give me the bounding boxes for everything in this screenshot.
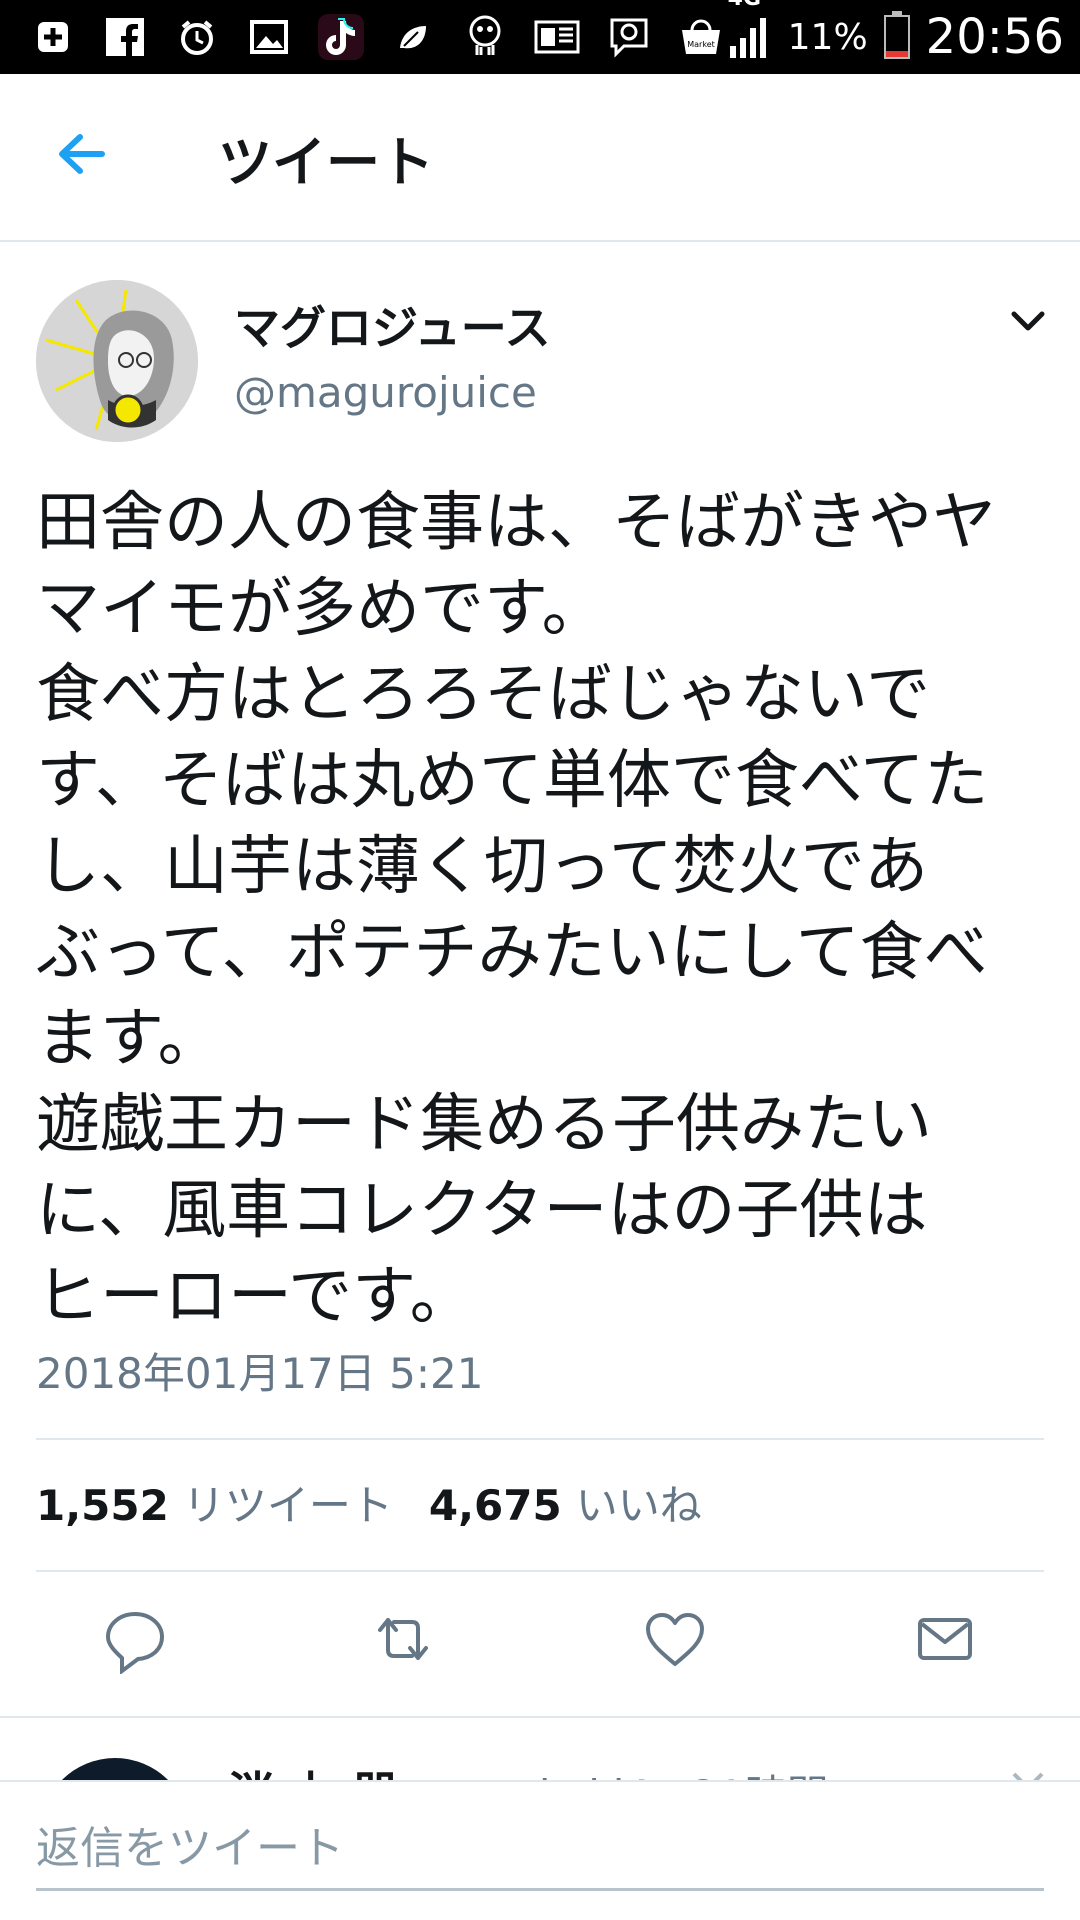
author-avatar[interactable] <box>36 280 198 442</box>
chevron-down-icon <box>1011 311 1045 331</box>
like-label[interactable]: いいね <box>576 1472 702 1533</box>
like-count[interactable]: 4,675 <box>429 1481 562 1530</box>
character-icon <box>462 14 508 60</box>
tiktok-icon <box>318 14 364 60</box>
news-icon <box>534 14 580 60</box>
divider <box>36 1570 1044 1572</box>
tweet-text: 田舎の人の食事は、そばがきやヤ マイモが多めです。 食べ方はとろろそばじゃないで… <box>36 486 996 1334</box>
chat-icon <box>606 14 652 60</box>
reply-input[interactable] <box>36 1808 1044 1891</box>
leaf-icon <box>390 14 436 60</box>
reply-button[interactable] <box>100 1604 170 1675</box>
retweet-count[interactable]: 1,552 <box>36 1481 169 1530</box>
reply-item[interactable]: 消 力 器 @syoukaki4 · 21時間 <box>0 1718 1080 1780</box>
image-icon <box>246 14 292 60</box>
like-button[interactable] <box>640 1604 710 1674</box>
divider <box>36 1438 1044 1440</box>
reply-composer <box>0 1780 1080 1920</box>
tweet-stats: 1,552 リツイート 4,675 いいね <box>36 1472 738 1533</box>
tweet-actions <box>0 1604 1080 1684</box>
reply-author-name[interactable]: 消 力 器 <box>228 1758 398 1780</box>
network-type: 4G <box>728 0 761 11</box>
page-title: ツイート <box>218 131 434 194</box>
retweet-button[interactable] <box>368 1604 438 1674</box>
market-label: Market <box>687 40 715 49</box>
retweet-label[interactable]: リツイート <box>183 1472 393 1533</box>
back-arrow-icon <box>59 134 105 174</box>
retweet-icon <box>378 1618 428 1660</box>
market-icon: Market <box>678 14 724 60</box>
tweet-timestamp: 2018年01月17日 5:21 <box>36 1349 484 1398</box>
like-icon <box>646 1613 704 1666</box>
reply-meta: @syoukaki4 · 21時間 <box>398 1762 829 1780</box>
tweet-menu-button[interactable] <box>1008 306 1048 336</box>
system-status: 4G 11% 20:56 <box>728 0 1064 66</box>
reply-icon <box>105 1611 165 1675</box>
top-app-bar: ツイート <box>0 74 1080 242</box>
chevron-down-icon <box>1012 1772 1044 1780</box>
clock: 20:56 <box>925 9 1064 65</box>
battery-icon <box>883 11 910 63</box>
network-indicator: 4G <box>728 0 772 66</box>
battery-percent: 11% <box>787 16 868 58</box>
facebook-icon <box>102 14 148 60</box>
author-handle[interactable]: @magurojuice <box>234 368 537 417</box>
author-name[interactable]: マグロジュース <box>234 292 550 358</box>
status-bar: Market 4G 11% 20:56 <box>0 0 1080 74</box>
share-button[interactable] <box>910 1604 980 1674</box>
reply-avatar[interactable] <box>40 1758 190 1780</box>
add-box-icon <box>30 14 76 60</box>
share-mail-icon <box>918 1618 972 1660</box>
alarm-icon <box>174 14 220 60</box>
reply-menu-button[interactable] <box>1008 1766 1048 1780</box>
notification-icons: Market <box>30 14 724 60</box>
back-button[interactable] <box>50 124 120 184</box>
signal-icon <box>729 18 766 58</box>
